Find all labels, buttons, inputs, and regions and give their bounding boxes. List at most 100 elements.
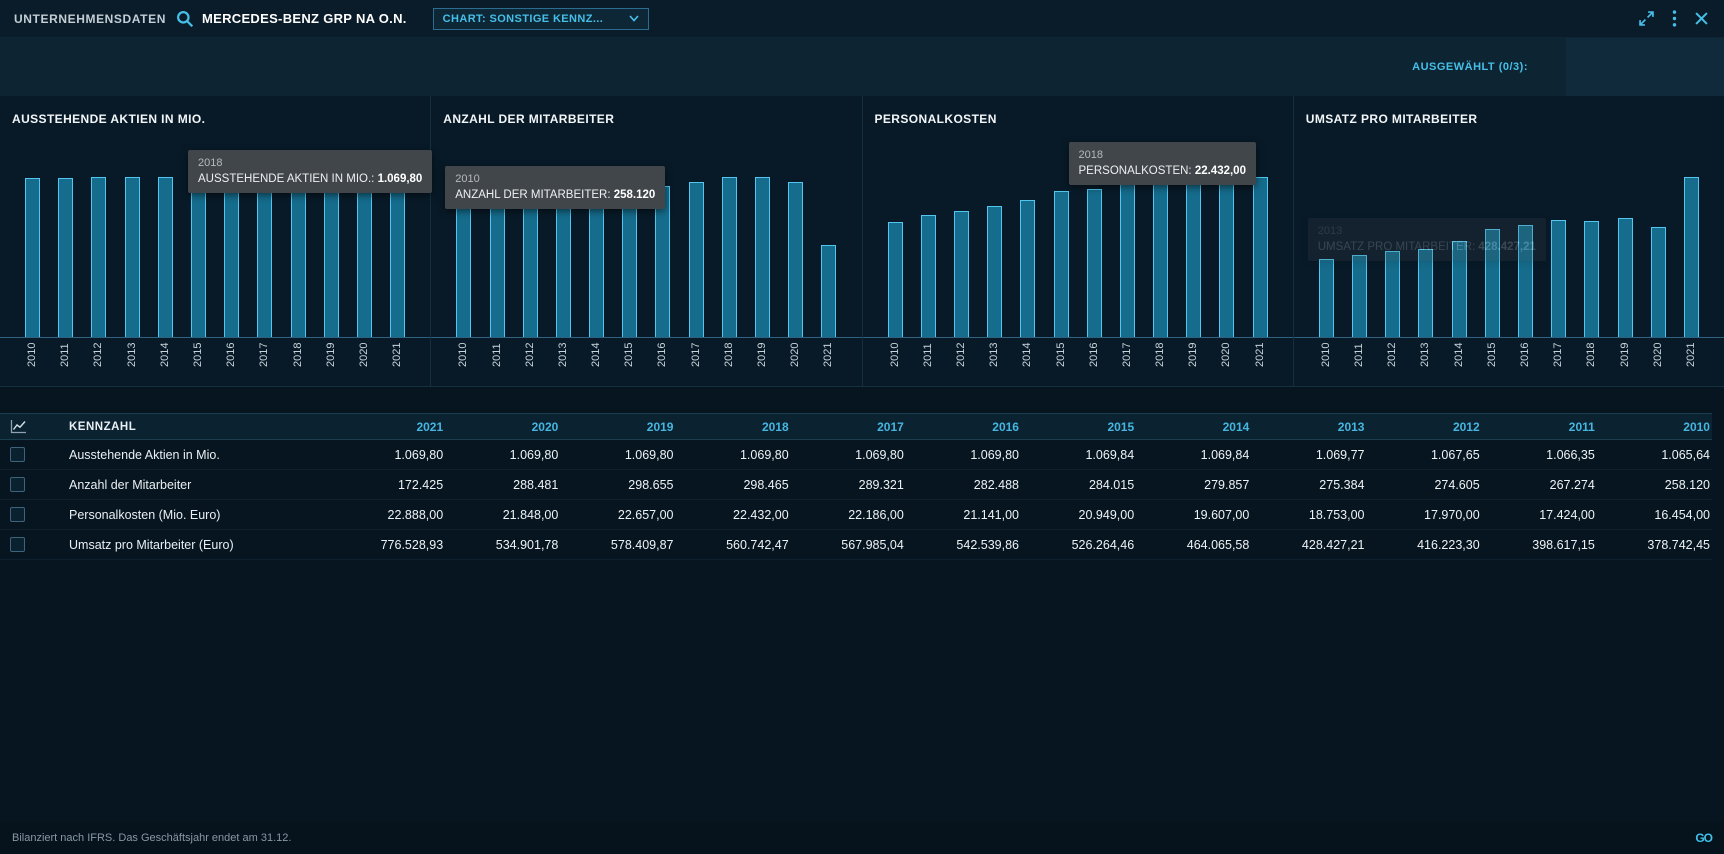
row-checkbox[interactable] [10, 477, 25, 492]
chart-xaxis-labels: 2010201120122013201420152016201720182019… [1294, 338, 1724, 386]
table-header-year: 2019 [560, 420, 675, 434]
chart-bar[interactable] [490, 194, 505, 337]
row-value: 1.069,80 [560, 448, 675, 462]
chart-bar[interactable] [58, 178, 73, 337]
chart-bar[interactable] [1054, 191, 1069, 337]
row-label: Umsatz pro Mitarbeiter (Euro) [44, 538, 330, 552]
chart-bar[interactable] [1253, 177, 1268, 337]
chart-bar[interactable] [1618, 218, 1633, 337]
expand-icon[interactable] [1639, 11, 1654, 26]
row-value: 22.186,00 [791, 508, 906, 522]
chart-bar[interactable] [1219, 184, 1234, 337]
axis-year-label: 2018 [1584, 343, 1599, 386]
chart-bar[interactable] [954, 211, 969, 337]
axis-year-label: 2017 [689, 343, 704, 386]
close-icon[interactable] [1695, 12, 1708, 25]
chart-bar[interactable] [224, 177, 239, 337]
chart-bar[interactable] [1087, 189, 1102, 337]
row-checkbox[interactable] [10, 507, 25, 522]
row-value: 22.888,00 [330, 508, 445, 522]
table-header-year: 2013 [1251, 420, 1366, 434]
chart-bar[interactable] [1153, 180, 1168, 337]
axis-year-label: 2011 [58, 343, 73, 386]
chart-xaxis-labels: 2010201120122013201420152016201720182019… [0, 338, 430, 386]
chart-type-select[interactable]: CHART: SONSTIGE KENNZ... [433, 8, 650, 30]
axis-year-label: 2012 [1385, 343, 1400, 386]
chart-bar[interactable] [556, 189, 571, 337]
axis-year-label: 2017 [1120, 343, 1135, 386]
chart-bar[interactable] [25, 178, 40, 337]
axis-year-label: 2020 [788, 343, 803, 386]
axis-year-label: 2019 [755, 343, 770, 386]
axis-year-label: 2020 [357, 343, 372, 386]
chart-xaxis-labels: 2010201120122013201420152016201720182019… [431, 338, 861, 386]
chart-bar[interactable] [722, 177, 737, 337]
chart-bar[interactable] [390, 177, 405, 337]
chart-bar[interactable] [1352, 255, 1367, 337]
chart-bar[interactable] [257, 177, 272, 337]
chart-bar[interactable] [1385, 251, 1400, 337]
axis-year-label: 2021 [390, 343, 405, 386]
row-value: 1.069,77 [1251, 448, 1366, 462]
chart-panel-2: ANZAHL DER MITARBEITER 20102011201220132… [430, 96, 861, 386]
footer: Bilanziert nach IFRS. Das Geschäftsjahr … [0, 822, 1724, 854]
chart-bar[interactable] [324, 177, 339, 337]
search-control[interactable]: MERCEDES-BENZ GRP NA O.N. [176, 10, 407, 28]
chart-bar[interactable] [523, 190, 538, 337]
axis-year-label: 2014 [158, 343, 173, 386]
chart-bar[interactable] [456, 199, 471, 337]
topbar: UNTERNEHMENSDATEN MERCEDES-BENZ GRP NA O… [0, 0, 1724, 38]
chart-bar[interactable] [1684, 177, 1699, 337]
chart-bar[interactable] [1319, 259, 1334, 337]
chart-panel-3: PERSONALKOSTEN 2010201120122013201420152… [862, 96, 1293, 386]
chart-bar[interactable] [91, 177, 106, 337]
chart-bar[interactable] [191, 177, 206, 337]
chart-bar[interactable] [291, 177, 306, 337]
chart-bar[interactable] [589, 187, 604, 337]
row-value: 578.409,87 [560, 538, 675, 552]
chart-bar[interactable] [1020, 200, 1035, 337]
chart-bar[interactable] [1186, 179, 1201, 337]
chart-tooltip: 2018 PERSONALKOSTEN: 22.432,00 [1069, 142, 1256, 185]
chart-bar[interactable] [689, 182, 704, 337]
axis-year-label: 2012 [523, 343, 538, 386]
chart-bar[interactable] [125, 177, 140, 337]
chart-bar[interactable] [357, 177, 372, 337]
axis-year-label: 2016 [1518, 343, 1533, 386]
chart-bar[interactable] [987, 206, 1002, 337]
axis-year-label: 2019 [324, 343, 339, 386]
search-icon[interactable] [176, 10, 194, 28]
chart-bar[interactable] [921, 215, 936, 337]
chart-toggle-icon[interactable] [10, 419, 27, 434]
chart-tooltip: 2010 ANZAHL DER MITARBEITER: 258.120 [445, 166, 665, 209]
chart-bar[interactable] [1120, 182, 1135, 337]
row-value: 464.065,58 [1136, 538, 1251, 552]
row-value: 20.949,00 [1021, 508, 1136, 522]
tooltip-year: 2010 [455, 173, 655, 185]
chart-bar[interactable] [888, 222, 903, 337]
row-value: 258.120 [1597, 478, 1712, 492]
chart-bar[interactable] [1651, 227, 1666, 337]
chart-bar[interactable] [158, 177, 173, 337]
chart-tooltip: 2013 UMSATZ PRO MITARBEITER: 428.427,21 [1308, 218, 1546, 261]
table-header-kennzahl: KENNZAHL [44, 421, 330, 433]
chart-bar[interactable] [821, 245, 836, 337]
row-value: 378.742,45 [1597, 538, 1712, 552]
row-value: 560.742,47 [675, 538, 790, 552]
chart-bar[interactable] [1418, 249, 1433, 337]
row-checkbox[interactable] [10, 447, 25, 462]
row-value: 298.655 [560, 478, 675, 492]
row-value: 172.425 [330, 478, 445, 492]
row-checkbox[interactable] [10, 537, 25, 552]
row-label: Anzahl der Mitarbeiter [44, 478, 330, 492]
chart-bar[interactable] [1551, 220, 1566, 337]
chart-bar[interactable] [788, 182, 803, 337]
kebab-menu-icon[interactable] [1672, 10, 1677, 27]
axis-year-label: 2016 [1087, 343, 1102, 386]
axis-year-label: 2015 [1485, 343, 1500, 386]
chart-bar[interactable] [755, 177, 770, 337]
app-title: UNTERNEHMENSDATEN [14, 12, 166, 26]
table-header-year: 2014 [1136, 420, 1251, 434]
chart-bar[interactable] [1584, 221, 1599, 337]
axis-year-label: 2017 [257, 343, 272, 386]
